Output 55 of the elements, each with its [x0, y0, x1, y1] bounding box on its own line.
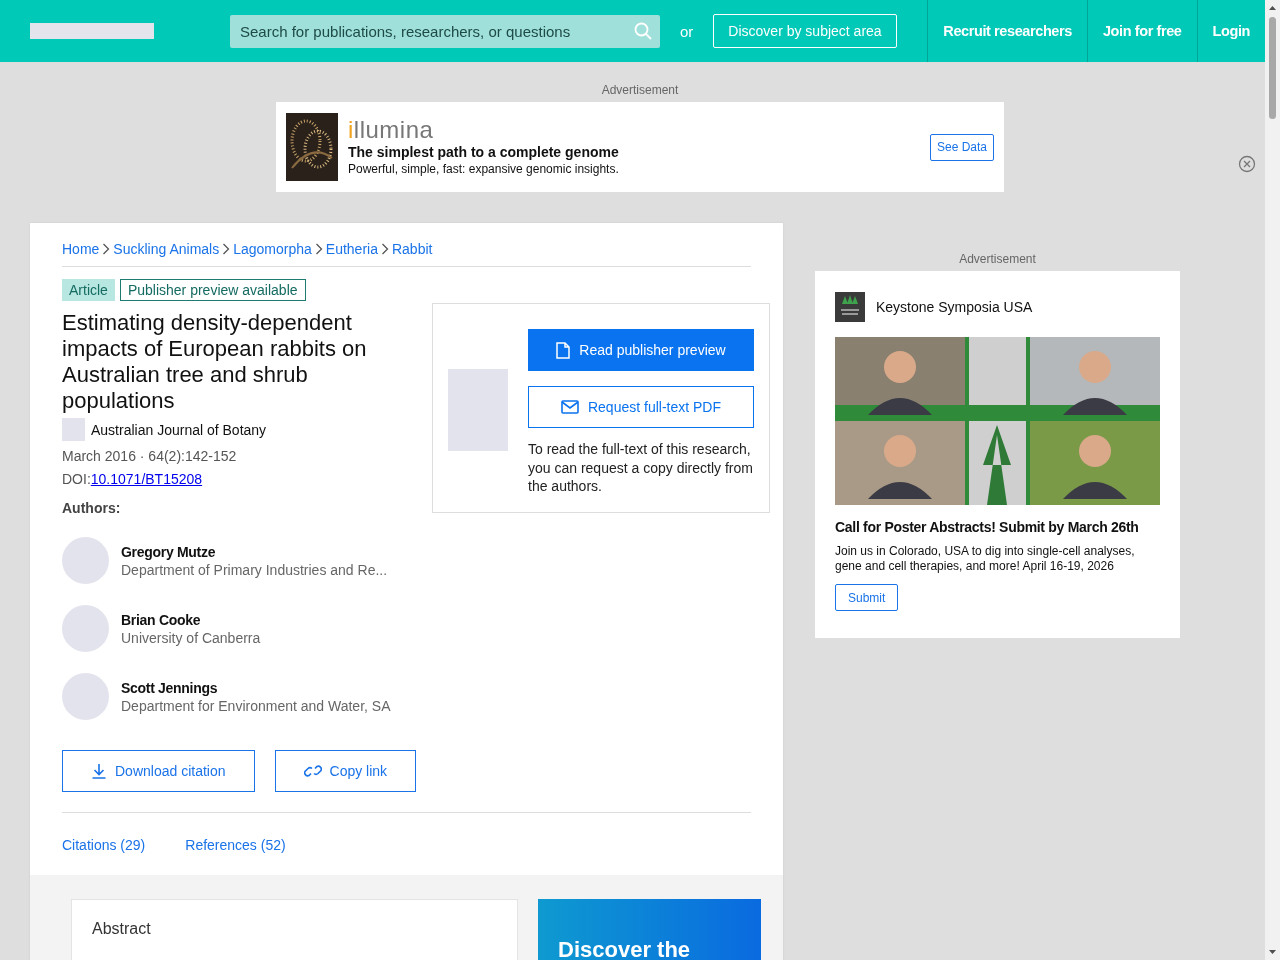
download-citation-button[interactable]: Download citation — [62, 750, 255, 792]
publication-date: March 2016 · 64(2):142-152 — [62, 448, 238, 464]
abstract-heading: Abstract — [92, 920, 151, 937]
article-title: Estimating density-dependent impacts of European rabbits on Australian tree and shrub populations — [62, 310, 368, 414]
search-field[interactable]: Search for publications, researchers, or questions — [230, 14, 660, 48]
link-icon — [303, 763, 322, 779]
sponsor-logo-icon — [835, 292, 865, 322]
ad-text: Join us in Colorado, USA to dig into single-cell analyses, gene and cell therapies, and more! April 16-19, 2026 — [835, 544, 1136, 574]
mail-icon — [560, 400, 579, 414]
request-pdf-button[interactable]: Request full-text PDF — [528, 386, 754, 428]
download-icon — [91, 763, 107, 779]
section-link[interactable]: References (52) — [185, 837, 286, 853]
ad-headline: Call for Poster Abstracts! Submit by March 26th — [835, 519, 1140, 535]
journal-icon — [62, 418, 85, 441]
breadcrumb-link[interactable]: Eutheria — [325, 241, 378, 257]
chevron-icon — [102, 243, 111, 255]
ad-label: Advertisement — [600, 83, 680, 99]
chevron-icon — [380, 243, 389, 255]
or-label: or — [680, 22, 694, 40]
see-data-button[interactable]: See Data — [929, 133, 994, 161]
copy-link-button[interactable]: Copy link — [274, 750, 417, 792]
submit-button[interactable]: Submit — [835, 584, 899, 611]
promo-heading: Discover the — [558, 937, 691, 960]
author-name[interactable]: Gregory Mutze — [121, 543, 388, 560]
chevron-icon — [222, 243, 231, 255]
author-affiliation: Department of Primary Industries and Re... — [121, 561, 388, 578]
journal-name: Australian Journal of Botany — [91, 421, 267, 438]
request-note: To read the full-text of this research, you can request a copy directly from the authors. — [528, 440, 754, 496]
avatar — [62, 673, 109, 720]
authors-label: Authors: — [62, 500, 122, 516]
doi-link[interactable]: 10.1071/BT15208 — [90, 471, 203, 487]
chevron-icon — [314, 243, 323, 255]
type-tag: Article — [62, 279, 115, 301]
document-icon — [556, 341, 571, 359]
search-icon[interactable] — [634, 21, 652, 40]
doi-text: DOI:10.1071/BT15208 — [62, 471, 204, 487]
avatar — [62, 605, 109, 652]
close-icon[interactable] — [1238, 155, 1256, 173]
brand-logo: illumina — [348, 118, 434, 142]
breadcrumb-link[interactable]: Suckling Animals — [113, 241, 220, 257]
breadcrumb-link[interactable]: Home — [62, 241, 100, 257]
author-name[interactable]: Scott Jennings — [121, 679, 391, 696]
read-preview-button[interactable]: Read publisher preview — [528, 329, 754, 371]
author-affiliation: Department for Environment and Water, SA — [121, 697, 391, 714]
author-affiliation: University of Canberra — [121, 629, 261, 646]
section-link[interactable]: Citations (29) — [62, 837, 146, 853]
avatar — [62, 537, 109, 584]
sponsor-name[interactable]: Keystone Symposia USA — [876, 299, 1033, 315]
author-name[interactable]: Brian Cooke — [121, 611, 261, 628]
breadcrumb-link[interactable]: Lagomorpha — [233, 241, 312, 257]
ad-text: Powerful, simple, fast: expansive genomic insights. — [348, 162, 619, 176]
type-tag: Publisher preview available — [119, 279, 306, 301]
breadcrumb-link[interactable]: Rabbit — [391, 241, 433, 257]
ad-headline: The simplest path to a complete genome — [348, 144, 619, 160]
ad-label: Advertisement — [958, 252, 1037, 268]
